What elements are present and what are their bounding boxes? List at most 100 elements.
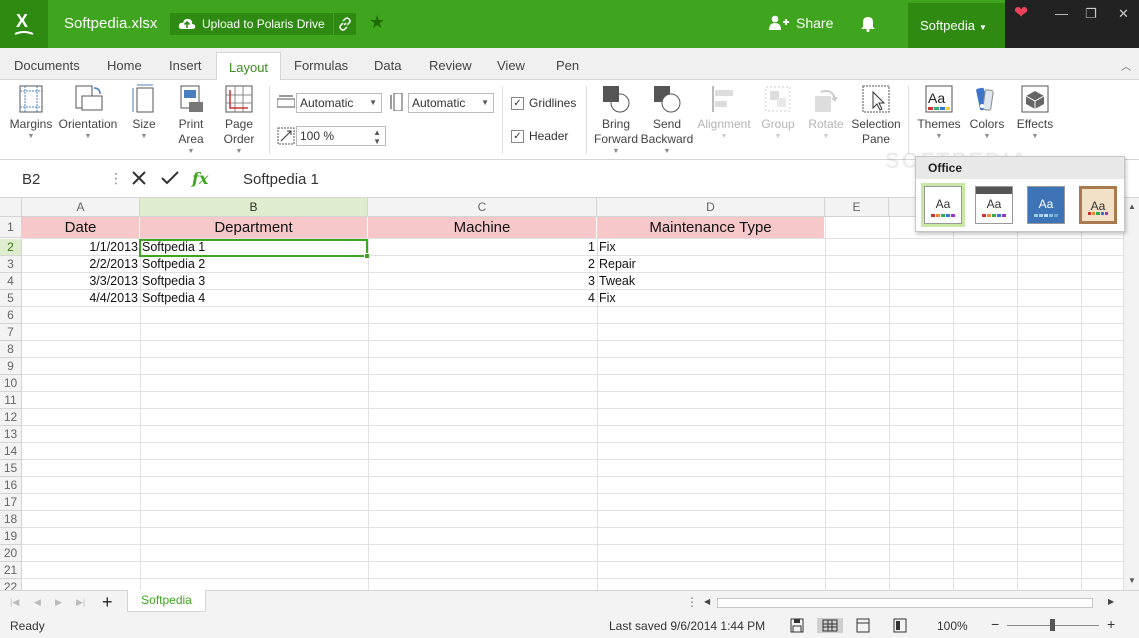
table-cell[interactable]: 3 (368, 273, 597, 290)
orientation-button[interactable]: Orientation ▼ (57, 84, 119, 142)
horizontal-scrollbar[interactable] (717, 598, 1093, 608)
user-menu-button[interactable]: Softpedia ▼ (908, 3, 1005, 48)
row-header[interactable]: 7 (0, 324, 22, 341)
themes-button[interactable]: Aa Themes ▼ (914, 84, 964, 142)
row-header[interactable]: 17 (0, 494, 22, 511)
group-button[interactable]: Group ▼ (758, 84, 798, 142)
add-sheet-button[interactable]: + (102, 592, 113, 613)
table-cell[interactable]: Tweak (597, 273, 825, 290)
alignment-button[interactable]: Alignment ▼ (694, 84, 754, 142)
heart-icon[interactable]: ❤ (1014, 3, 1028, 23)
more-vertical-icon[interactable]: ⋮ (686, 595, 698, 609)
row-header[interactable]: 10 (0, 375, 22, 392)
upload-button[interactable]: Upload to Polaris Drive (170, 13, 333, 35)
table-cell[interactable]: 3/3/2013 (22, 273, 140, 290)
row-header[interactable]: 6 (0, 307, 22, 324)
tab-data[interactable]: Data (374, 58, 401, 73)
table-cell[interactable]: 4 (368, 290, 597, 307)
effects-button[interactable]: Effects ▼ (1012, 84, 1058, 142)
gridlines-checkbox[interactable]: ✓ Gridlines (511, 96, 576, 110)
table-cell[interactable]: 4/4/2013 (22, 290, 140, 307)
row-header[interactable]: 16 (0, 477, 22, 494)
restore-button[interactable]: ❐ (1085, 6, 1097, 22)
row-header[interactable]: 18 (0, 511, 22, 528)
favorite-star-icon[interactable]: ★ (369, 12, 385, 33)
header-cell-department[interactable]: Department (140, 217, 368, 238)
width-select[interactable]: Automatic ▼ (296, 93, 382, 113)
header-cell-maintenance-type[interactable]: Maintenance Type (597, 217, 825, 238)
colors-button[interactable]: Colors ▼ (966, 84, 1008, 142)
zoom-level[interactable]: 100% (937, 619, 968, 633)
scroll-up-arrow-icon[interactable]: ▲ (1128, 202, 1136, 211)
save-icon[interactable] (789, 618, 805, 633)
column-header-e[interactable]: E (825, 198, 889, 217)
zoom-in-button[interactable]: + (1107, 616, 1115, 632)
send-backward-button[interactable]: Send Backward ▼ (640, 84, 694, 157)
row-header[interactable]: 20 (0, 545, 22, 562)
scroll-left-arrow-icon[interactable]: ◀ (704, 597, 710, 606)
rotate-button[interactable]: Rotate ▼ (806, 84, 846, 142)
tab-pen[interactable]: Pen (556, 58, 579, 73)
insert-function-icon[interactable]: fx (192, 169, 208, 188)
first-sheet-icon[interactable]: |◀ (10, 597, 19, 608)
more-vertical-icon[interactable]: ⋮ (109, 170, 123, 187)
theme-office[interactable]: Aa (921, 183, 965, 227)
tab-layout[interactable]: Layout (216, 52, 282, 81)
table-cell[interactable]: 1 (368, 239, 597, 256)
row-header[interactable]: 13 (0, 426, 22, 443)
header-checkbox[interactable]: ✓ Header (511, 129, 568, 143)
theme-brown[interactable]: Aa (1079, 186, 1117, 224)
row-header[interactable]: 1 (0, 217, 22, 238)
scale-stepper[interactable]: 100 % ▲ ▼ (296, 126, 386, 146)
minimize-button[interactable]: — (1055, 6, 1068, 21)
scroll-right-arrow-icon[interactable]: ▶ (1108, 597, 1114, 606)
table-cell[interactable]: Softpedia 4 (140, 290, 368, 307)
zoom-slider-thumb[interactable] (1050, 619, 1055, 631)
select-all-corner[interactable] (0, 198, 22, 217)
formula-input[interactable]: Softpedia 1 (243, 171, 319, 188)
scroll-down-arrow-icon[interactable]: ▼ (1128, 576, 1136, 585)
table-cell[interactable]: 2 (368, 256, 597, 273)
tab-insert[interactable]: Insert (169, 58, 202, 73)
table-cell[interactable]: Repair (597, 256, 825, 273)
cancel-formula-icon[interactable] (131, 170, 147, 186)
row-header[interactable]: 9 (0, 358, 22, 375)
fill-handle[interactable] (364, 253, 370, 259)
height-select[interactable]: Automatic ▼ (408, 93, 494, 113)
header-cell-machine[interactable]: Machine (368, 217, 597, 238)
notification-bell-icon[interactable] (860, 15, 876, 35)
vertical-scrollbar[interactable]: ▲ ▼ (1123, 198, 1139, 590)
normal-view-icon[interactable] (817, 618, 843, 633)
row-header[interactable]: 4 (0, 273, 22, 290)
selection-pane-button[interactable]: Selection Pane (850, 84, 902, 147)
page-order-button[interactable]: Page Order ▼ (220, 84, 258, 157)
collapse-ribbon-icon[interactable]: ︿ (1121, 58, 1131, 73)
table-cell[interactable]: Softpedia 3 (140, 273, 368, 290)
tab-formulas[interactable]: Formulas (294, 58, 348, 73)
table-cell[interactable]: Softpedia 2 (140, 256, 368, 273)
zoom-out-button[interactable]: − (991, 616, 999, 632)
column-header-a[interactable]: A (22, 198, 140, 217)
tab-review[interactable]: Review (429, 58, 472, 73)
row-header[interactable]: 11 (0, 392, 22, 409)
app-logo-icon[interactable]: X (0, 0, 48, 48)
column-header-c[interactable]: C (368, 198, 597, 217)
tab-home[interactable]: Home (107, 58, 142, 73)
share-button[interactable]: Share (768, 15, 833, 31)
print-area-button[interactable]: Print Area ▼ (173, 84, 209, 157)
tab-view[interactable]: View (497, 58, 525, 73)
column-header-d[interactable]: D (597, 198, 825, 217)
table-cell[interactable]: Fix (597, 290, 825, 307)
theme-blue[interactable]: Aa (1027, 186, 1065, 224)
page-break-view-icon[interactable] (892, 618, 908, 633)
row-header[interactable]: 8 (0, 341, 22, 358)
sheet-tab[interactable]: Softpedia (127, 590, 206, 612)
header-cell-date[interactable]: Date (22, 217, 140, 238)
close-button[interactable]: ✕ (1118, 6, 1129, 22)
name-box[interactable]: B2 (22, 171, 40, 188)
next-sheet-icon[interactable]: ▶ (55, 597, 62, 608)
table-cell[interactable]: 2/2/2013 (22, 256, 140, 273)
tab-documents[interactable]: Documents (14, 58, 80, 73)
row-header[interactable]: 19 (0, 528, 22, 545)
row-header[interactable]: 2 (0, 239, 22, 256)
